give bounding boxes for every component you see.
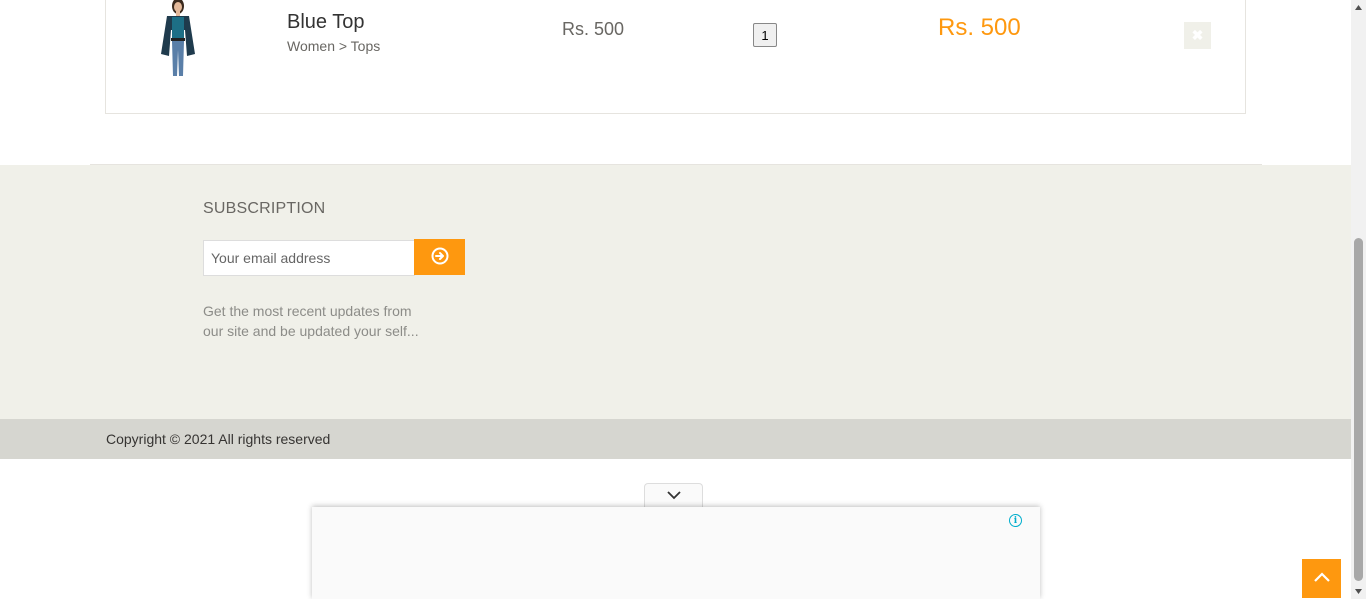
vertical-scrollbar[interactable] — [1351, 0, 1366, 599]
product-image[interactable] — [143, 0, 203, 78]
product-price: Rs. 500 — [562, 19, 625, 39]
scroll-up-button[interactable] — [1302, 559, 1341, 598]
subscribe-email-input[interactable] — [203, 240, 415, 276]
ad-collapse-tab[interactable] — [644, 483, 703, 508]
subscribe-button[interactable] — [414, 239, 465, 275]
info-icon[interactable]: i — [1009, 514, 1022, 527]
quantity-button[interactable]: 1 — [753, 23, 777, 47]
scroll-up-arrow-icon[interactable] — [1351, 0, 1366, 15]
footer-bottom: Copyright © 2021 All rights reserved — [0, 419, 1351, 459]
page: Blue Top Women > Tops Rs. 500 1 Rs. 500 … — [0, 0, 1366, 599]
delete-item-button[interactable]: ✖ — [1184, 22, 1211, 49]
subscription-title: SUBSCRIPTION — [203, 200, 326, 217]
product-total-price: Rs. 500 — [938, 14, 1021, 41]
chevron-down-icon — [666, 487, 681, 505]
ad-banner[interactable]: i — [312, 507, 1040, 599]
subscription-description: Get the most recent updates from our sit… — [203, 303, 419, 339]
copyright-text: Copyright © 2021 All rights reserved — [106, 431, 331, 447]
main-content: Blue Top Women > Tops Rs. 500 1 Rs. 500 … — [0, 0, 1351, 599]
chevron-up-icon — [1313, 570, 1331, 588]
scroll-down-arrow-icon[interactable] — [1351, 584, 1366, 599]
product-name[interactable]: Blue Top — [287, 11, 364, 34]
arrow-circle-right-icon — [431, 247, 449, 268]
product-category: Women > Tops — [287, 38, 381, 54]
cart-table: Blue Top Women > Tops Rs. 500 1 Rs. 500 … — [105, 0, 1246, 114]
scrollbar-thumb[interactable] — [1354, 238, 1363, 581]
close-icon: ✖ — [1191, 27, 1204, 43]
